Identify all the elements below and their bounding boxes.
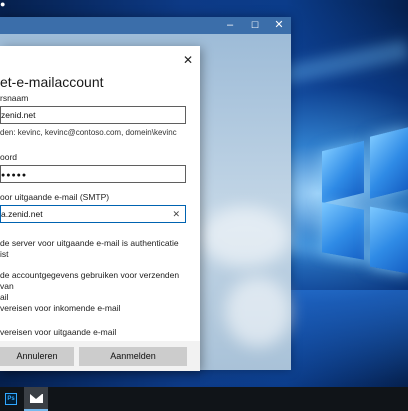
password-value: ●●●●● (1, 172, 28, 179)
option-line: de server voor uitgaande e-mail is authe… (0, 238, 179, 248)
minimize-icon[interactable]: – (218, 17, 242, 34)
option-line: ail (0, 292, 9, 302)
password-label: oord (0, 152, 18, 162)
option-line: de accountgegevens gebruiken voor verzen… (0, 270, 180, 291)
window-logo-pane (322, 140, 364, 204)
taskbar-item-mail[interactable] (24, 387, 48, 411)
taskbar: Ps (0, 387, 408, 411)
smtp-server-field[interactable]: a.zenid.net ✕ (0, 205, 186, 223)
background-cloud (225, 277, 291, 347)
option-line: vereisen voor uitgaande e-mail (0, 327, 117, 337)
option-line: vereisen voor inkomende e-mail (0, 303, 121, 313)
option-same-credentials[interactable]: de accountgegevens gebruiken voor verzen… (0, 270, 186, 303)
option-ssl-incoming[interactable]: vereisen voor inkomende e-mail (0, 303, 186, 314)
account-settings-dialog: ✕ et-e-mailaccount rsnaam zenid.net den:… (0, 46, 200, 371)
sign-in-button[interactable]: Aanmelden (79, 347, 187, 366)
username-hint: den: kevinc, kevinc@contoso.com, domein\… (0, 128, 177, 137)
window-logo-pane (370, 206, 408, 274)
option-line: ist (0, 249, 9, 259)
cancel-button[interactable]: Annuleren (0, 347, 74, 366)
window-logo-pane (322, 202, 364, 260)
dialog-title: et-e-mailaccount (0, 74, 104, 90)
smtp-server-value: a.zenid.net (1, 209, 43, 219)
dialog-footer: Annuleren Aanmelden (0, 341, 200, 371)
desktop-corner-icon: ● (0, 0, 6, 9)
password-field[interactable]: ●●●●● (0, 165, 186, 183)
close-icon[interactable]: ✕ (180, 52, 196, 68)
clear-icon[interactable]: ✕ (172, 206, 180, 222)
taskbar-item-photoshop[interactable]: Ps (0, 387, 22, 411)
option-ssl-outgoing[interactable]: vereisen voor uitgaande e-mail (0, 327, 186, 338)
mail-icon (30, 394, 43, 403)
username-label: rsnaam (0, 93, 29, 103)
username-field[interactable]: zenid.net (0, 106, 186, 124)
photoshop-icon: Ps (5, 393, 17, 405)
close-icon[interactable]: ✕ (267, 17, 291, 34)
mail-window-titlebar[interactable]: – ☐ ✕ (0, 17, 291, 34)
username-value: zenid.net (1, 110, 36, 120)
smtp-server-label: oor uitgaande e-mail (SMTP) (0, 192, 110, 202)
background-cloud (200, 207, 290, 267)
option-smtp-auth[interactable]: de server voor uitgaande e-mail is authe… (0, 238, 186, 260)
window-logo-pane (370, 127, 408, 199)
maximize-icon[interactable]: ☐ (243, 17, 267, 34)
